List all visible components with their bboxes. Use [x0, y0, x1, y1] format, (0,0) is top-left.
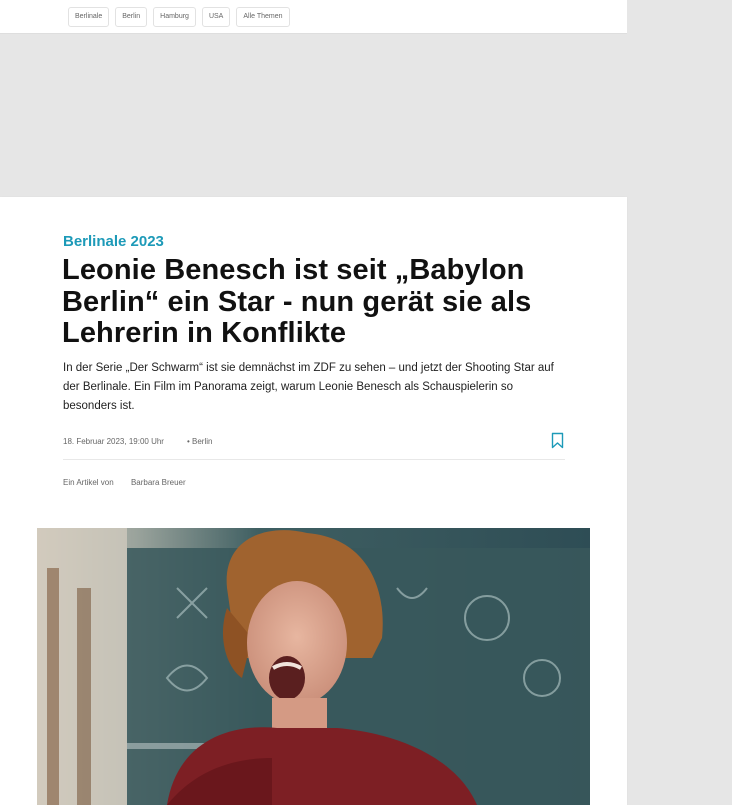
tag-berlinale[interactable]: Berlinale — [68, 7, 110, 27]
tag-all-topics[interactable]: Alle Themen — [236, 7, 290, 27]
article-meta: 18. Februar 2023, 19:00 Uhr • Berlin — [63, 432, 565, 460]
meta-separator: • — [187, 437, 190, 446]
publish-date: 18. Februar 2023, 19:00 Uhr — [63, 437, 164, 446]
article-headline: Leonie Benesch ist seit „Babylon Berlin“… — [62, 254, 532, 349]
author-line: Ein Artikel von Barbara Breuer — [63, 478, 186, 487]
tag-hamburg[interactable]: Hamburg — [153, 7, 196, 27]
topic-bar: Berlinale Berlin Hamburg USA Alle Themen — [0, 0, 627, 34]
article-kicker: Berlinale 2023 — [63, 233, 164, 250]
bookmark-icon[interactable] — [551, 432, 564, 449]
topic-tags: Berlinale Berlin Hamburg USA Alle Themen — [68, 7, 290, 27]
tag-usa[interactable]: USA — [201, 7, 231, 27]
author-prefix: Ein Artikel von — [63, 478, 114, 487]
article-card: Berlinale 2023 Leonie Benesch ist seit „… — [0, 197, 627, 805]
author-name[interactable]: Barbara Breuer — [131, 478, 186, 487]
article-teaser: In der Serie „Der Schwarm“ ist sie demnä… — [63, 362, 554, 412]
hero-image — [37, 528, 590, 805]
ad-placeholder — [0, 34, 627, 197]
tag-berlin[interactable]: Berlin — [115, 7, 148, 27]
article-location[interactable]: Berlin — [192, 437, 212, 446]
